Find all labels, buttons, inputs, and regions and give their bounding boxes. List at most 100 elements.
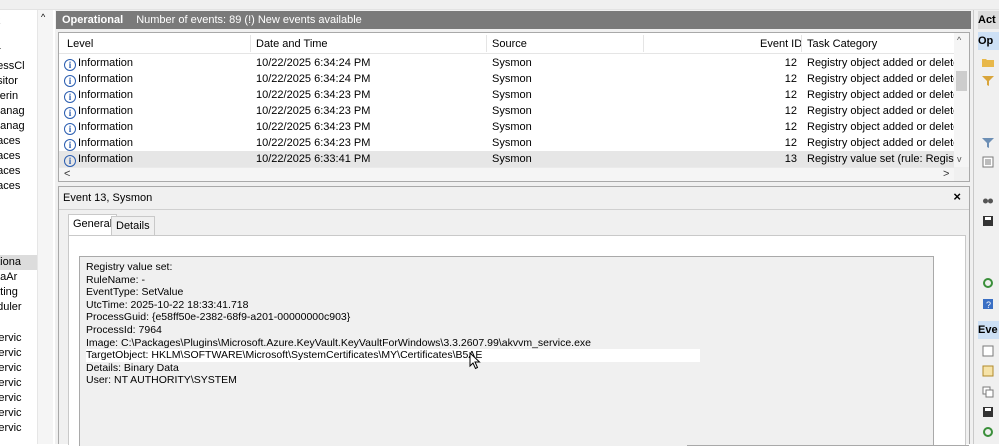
scroll-thumb[interactable] (956, 71, 967, 91)
level-text: Information (78, 137, 134, 149)
chevron-down-icon[interactable]: v (957, 154, 962, 164)
source-cell: Sysmon (492, 153, 532, 165)
close-icon[interactable]: × (953, 189, 961, 204)
event-detail-header: Event 13, Sysmon (63, 192, 153, 204)
table-row[interactable]: i Information 10/22/2025 6:34:23 PM Sysmon 1… (59, 103, 956, 119)
level-cell: i Information (64, 151, 244, 167)
filter-icon[interactable] (982, 75, 994, 87)
tab-general[interactable]: General (68, 214, 118, 236)
column-divider[interactable] (250, 35, 251, 52)
tab-general-body: Registry value set: RuleName: - EventType:… (68, 235, 966, 446)
attach-task-icon[interactable] (982, 365, 994, 377)
chevron-left-icon[interactable]: < (64, 168, 70, 180)
category-cell: Registry object added or delete... (807, 73, 955, 85)
datetime-cell: 10/22/2025 6:33:41 PM (256, 153, 371, 165)
column-divider[interactable] (801, 35, 802, 52)
clear-filter-icon[interactable] (982, 137, 994, 149)
event-description-line: RuleName: - (86, 273, 145, 286)
level-text: Information (78, 73, 134, 85)
actions-section-operational[interactable]: Op (978, 32, 999, 50)
table-row[interactable]: i Information 10/22/2025 6:34:23 PM Sysmon 1… (59, 135, 956, 151)
event-properties-icon[interactable] (982, 345, 994, 357)
info-circle-icon: i (64, 139, 76, 151)
table-row[interactable]: i Information 10/22/2025 6:34:23 PM Sysmon 1… (59, 87, 956, 103)
level-text: Information (78, 121, 134, 133)
level-cell: i Information (64, 87, 244, 103)
level-text: Information (78, 57, 134, 69)
event-description-line: ProcessId: 7964 (86, 324, 162, 336)
event-description-box[interactable]: Registry value set: RuleName: - EventType:… (79, 256, 934, 446)
info-circle-icon: i (64, 59, 76, 71)
column-header-task-category[interactable]: Task Category (807, 37, 877, 51)
column-header-event-id[interactable]: Event ID (760, 37, 802, 51)
log-title-bar: Operational Number of events: 89 (!) New… (56, 11, 971, 29)
event-description-line: ProcessGuid: {e58ff50e-2382-68f9-a201-00… (86, 311, 351, 324)
log-name: Operational (62, 14, 124, 26)
info-circle-icon: i (64, 123, 76, 135)
open-folder-icon[interactable] (982, 56, 994, 68)
find-icon[interactable] (982, 195, 994, 207)
level-cell: i Information (64, 55, 244, 71)
info-circle-icon: i (64, 107, 76, 119)
properties-icon[interactable] (982, 156, 994, 168)
datetime-cell: 10/22/2025 6:34:23 PM (256, 105, 371, 117)
grid-vertical-scrollbar[interactable]: ^ v (954, 33, 969, 168)
column-header-level[interactable]: Level (67, 37, 93, 51)
save-icon[interactable] (982, 215, 994, 227)
column-divider[interactable] (486, 35, 487, 52)
tab-details[interactable]: Details (111, 216, 155, 236)
svg-text:?: ? (986, 300, 991, 310)
grid-horizontal-scrollbar[interactable]: < > (59, 167, 956, 181)
level-text: Information (78, 153, 134, 165)
table-row[interactable]: i Information 10/22/2025 6:34:24 PM Sysmon 1… (59, 71, 956, 87)
mouse-pointer-icon (469, 352, 481, 370)
event-id-cell: 13 (784, 153, 797, 165)
source-cell: Sysmon (492, 89, 532, 101)
chevron-right-icon[interactable]: > (943, 168, 949, 180)
category-cell: Registry object added or delete... (807, 57, 955, 69)
table-row[interactable]: i Information 10/22/2025 6:34:23 PM Sysmon 1… (59, 119, 956, 135)
actions-section-event[interactable]: Eve (978, 321, 999, 339)
refresh-icon[interactable] (982, 277, 994, 289)
datetime-cell: 10/22/2025 6:34:23 PM (256, 121, 371, 133)
event-id-cell: 12 (784, 89, 797, 101)
scroll-corner (954, 167, 969, 181)
column-header-date[interactable]: Date and Time (256, 37, 328, 51)
column-header-source[interactable]: Source (492, 37, 527, 51)
event-description-line: EventType: SetValue (86, 286, 184, 299)
info-circle-icon: i (64, 91, 76, 103)
save-selected-events-icon[interactable] (982, 406, 994, 418)
event-description-line: Details: Binary Data (86, 361, 179, 374)
event-id-cell: 12 (784, 73, 797, 85)
event-description-line: Image: C:\Packages\Plugins\Microsoft.Azu… (86, 336, 592, 349)
level-text: Information (78, 105, 134, 117)
chevron-up-icon[interactable]: ^ (957, 35, 961, 45)
source-cell: Sysmon (492, 137, 532, 149)
source-cell: Sysmon (492, 121, 532, 133)
column-divider[interactable] (643, 35, 644, 52)
help-icon[interactable]: ? (982, 298, 994, 310)
event-log-pane: Operational Number of events: 89 (!) New… (55, 10, 973, 446)
table-row[interactable]: i Information 10/22/2025 6:33:41 PM Sysmon 1… (59, 151, 956, 167)
copy-icon[interactable] (982, 386, 994, 398)
grid-header: Level Date and Time Source Event ID Task… (59, 33, 956, 54)
level-cell: i Information (64, 103, 244, 119)
event-id-cell: 12 (784, 121, 797, 133)
event-description-line: User: NT AUTHORITY\SYSTEM (86, 374, 237, 387)
source-cell: Sysmon (492, 57, 532, 69)
refresh-icon[interactable] (982, 426, 994, 438)
events-grid[interactable]: Level Date and Time Source Event ID Task… (58, 32, 970, 182)
level-text: Information (78, 89, 134, 101)
event-detail-pane: Event 13, Sysmon × General Details Regis… (58, 186, 970, 446)
window-top-strip (0, 0, 999, 10)
scroll-up-arrow-icon[interactable]: ^ (41, 12, 45, 22)
datetime-cell: 10/22/2025 6:34:23 PM (256, 89, 371, 101)
table-row[interactable]: i Information 10/22/2025 6:34:24 PM Sysmon 1… (59, 55, 956, 71)
info-circle-icon: i (64, 75, 76, 87)
level-cell: i Information (64, 71, 244, 87)
divider (59, 209, 969, 210)
tree-scrollbar[interactable]: ^ (37, 10, 53, 444)
level-cell: i Information (64, 119, 244, 135)
event-count-text: Number of events: 89 (!) New events avai… (136, 14, 362, 26)
actions-pane: Act Op ? Eve (973, 10, 999, 444)
